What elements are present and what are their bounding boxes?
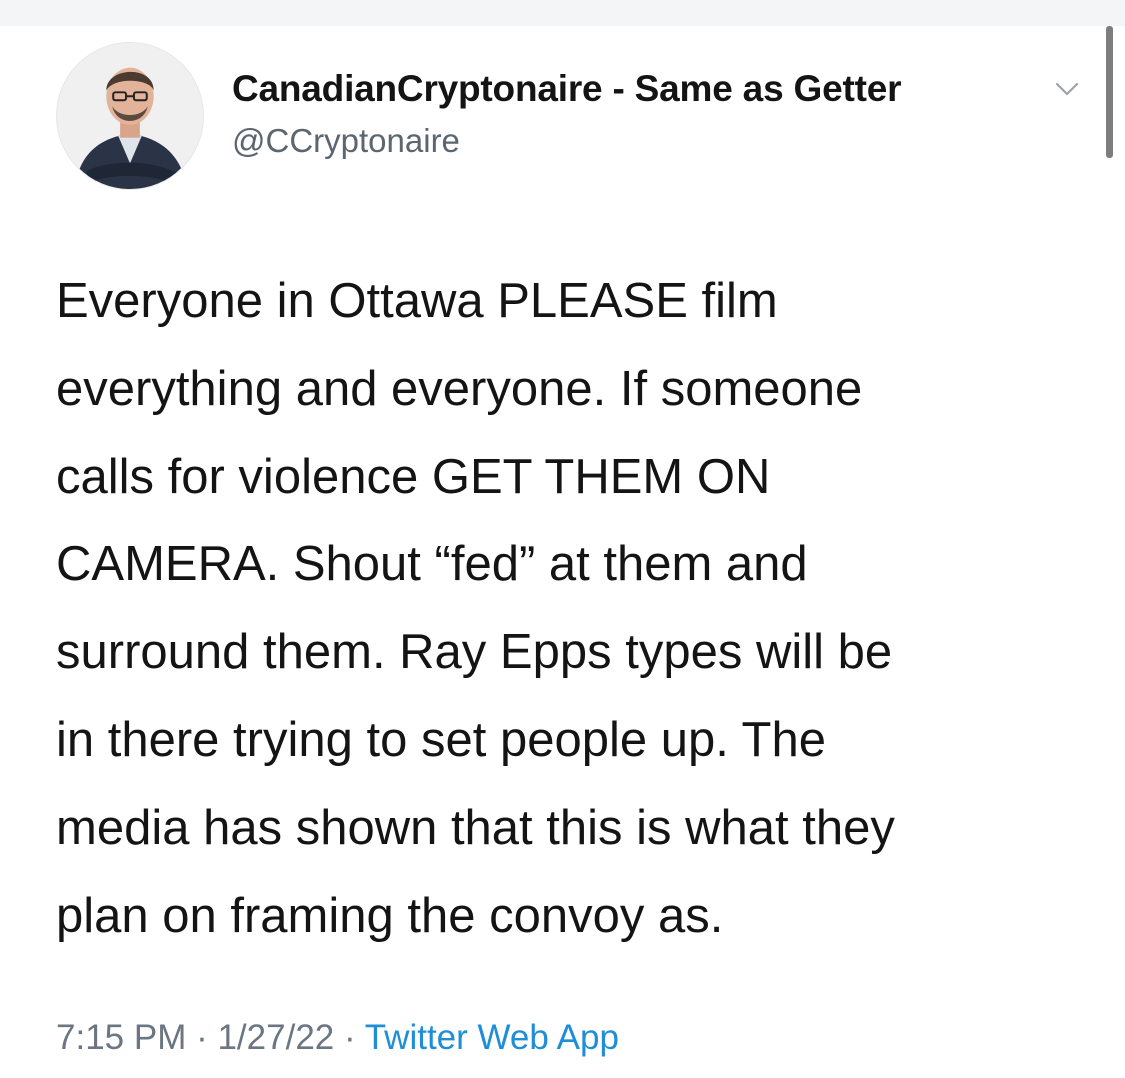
meta-separator: ·	[186, 1018, 218, 1057]
tweet-text-line: in there trying to set people up. The	[56, 712, 826, 767]
user-avatar[interactable]	[56, 42, 204, 190]
display-name[interactable]: CanadianCryptonaire - Same as Getter	[232, 68, 901, 110]
tweet-text-line: calls for violence GET THEM ON	[56, 449, 771, 504]
tweet-card: CanadianCryptonaire - Same as Getter @CC…	[0, 26, 1125, 1078]
top-strip	[0, 0, 1125, 26]
tweet-text-line: media has shown that this is what they	[56, 800, 895, 855]
meta-separator: ·	[334, 1018, 365, 1057]
tweet-text-line: surround them. Ray Epps types will be	[56, 625, 893, 680]
tweet-metadata: 7:15 PM · 1/27/22 · Twitter Web App	[56, 1018, 619, 1058]
tweet-text-line: plan on framing the convoy as.	[56, 888, 724, 943]
tweet-time[interactable]: 7:15 PM	[56, 1018, 186, 1057]
tweet-text: Everyone in Ottawa PLEASE film everythin…	[56, 258, 1076, 960]
tweet-text-line: everything and everyone. If someone	[56, 361, 863, 416]
user-handle[interactable]: @CCryptonaire	[232, 122, 460, 160]
tweet-source-link[interactable]: Twitter Web App	[365, 1018, 619, 1057]
chevron-down-icon[interactable]	[1054, 80, 1080, 98]
scrollbar[interactable]	[1106, 26, 1113, 158]
tweet-text-line: CAMERA. Shout “fed” at them and	[56, 537, 808, 592]
user-avatar-photo	[57, 43, 203, 189]
tweet-text-line: Everyone in Ottawa PLEASE film	[56, 274, 778, 328]
tweet-date[interactable]: 1/27/22	[217, 1018, 334, 1057]
